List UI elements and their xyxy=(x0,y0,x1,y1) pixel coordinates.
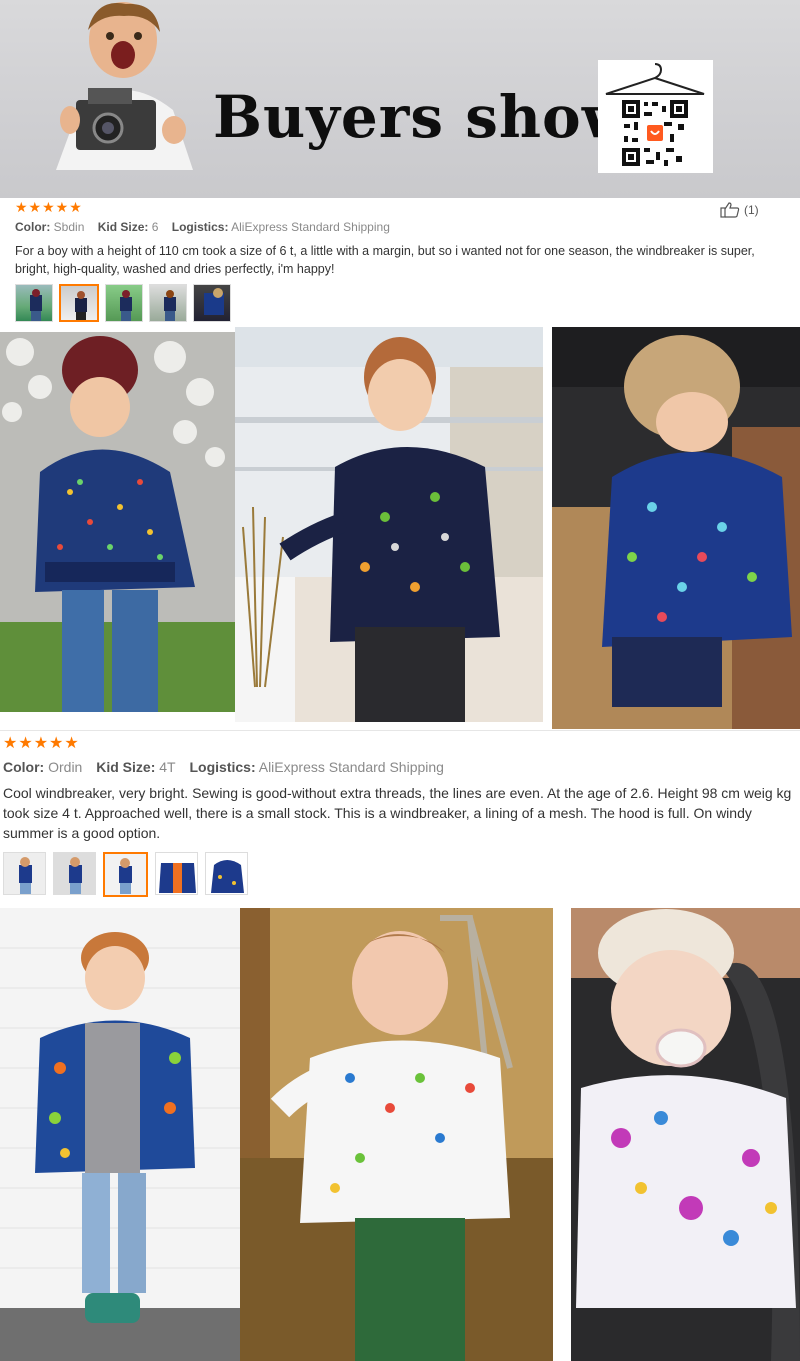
review-thumbnails xyxy=(15,284,231,322)
review-meta: Color: Ordin Kid Size: 4T Logistics: Ali… xyxy=(3,759,454,775)
review-1: ★★★★★ (1) Color: Sbdin Kid Size: 6 Logis… xyxy=(0,198,800,328)
review-1-photos xyxy=(0,327,800,729)
review-photo[interactable] xyxy=(552,327,800,729)
color-value: Ordin xyxy=(48,759,83,775)
review-photo[interactable] xyxy=(240,908,553,1361)
kid-size-value: 4T xyxy=(159,759,176,775)
review-thumbnail[interactable] xyxy=(105,284,143,322)
logistics-value: AliExpress Standard Shipping xyxy=(231,220,390,234)
review-2-photos xyxy=(0,908,800,1361)
boy-with-camera-image xyxy=(56,2,193,170)
review-thumbnails xyxy=(3,852,248,897)
color-label: Color: xyxy=(3,759,45,775)
review-text: For a boy with a height of 110 cm took a… xyxy=(15,244,755,276)
review-photo[interactable] xyxy=(571,908,800,1361)
rating-stars: ★★★★★ xyxy=(3,735,80,752)
qr-code-image xyxy=(598,60,713,173)
buyers-show-banner: Buyers show xyxy=(0,0,800,198)
review-photo[interactable] xyxy=(0,332,235,712)
review-thumbnail[interactable] xyxy=(155,852,198,895)
logistics-label: Logistics: xyxy=(189,759,256,775)
logistics-value: AliExpress Standard Shipping xyxy=(258,759,444,775)
review-thumbnail[interactable] xyxy=(3,852,46,895)
kid-size-value: 6 xyxy=(151,220,159,234)
review-thumbnail[interactable] xyxy=(53,852,96,895)
color-label: Color: xyxy=(15,220,51,234)
review-2: ★★★★★ Color: Ordin Kid Size: 4T Logistic… xyxy=(0,733,800,905)
kid-size-label: Kid Size: xyxy=(96,759,156,775)
review-meta: Color: Sbdin Kid Size: 6 Logistics: AliE… xyxy=(15,220,400,234)
review-photo[interactable] xyxy=(0,908,240,1361)
review-thumbnail[interactable] xyxy=(193,284,231,322)
color-value: Sbdin xyxy=(53,220,85,234)
hanger-icon xyxy=(605,63,705,168)
kid-size-label: Kid Size: xyxy=(97,220,149,234)
rating-stars: ★★★★★ xyxy=(15,199,83,215)
helpful-count: (1) xyxy=(744,203,759,217)
review-thumbnail[interactable] xyxy=(15,284,53,322)
divider xyxy=(0,730,800,731)
logistics-label: Logistics: xyxy=(171,220,229,234)
helpful-button[interactable]: (1) xyxy=(720,202,759,218)
review-thumbnail[interactable] xyxy=(149,284,187,322)
review-photo[interactable] xyxy=(235,327,543,722)
thumbs-up-icon xyxy=(720,202,740,218)
review-thumbnail-selected[interactable] xyxy=(103,852,148,897)
review-thumbnail-selected[interactable] xyxy=(59,284,99,322)
banner-title: Buyers show xyxy=(213,83,633,151)
review-text: Cool windbreaker, very bright. Sewing is… xyxy=(3,785,792,841)
review-thumbnail[interactable] xyxy=(205,852,248,895)
